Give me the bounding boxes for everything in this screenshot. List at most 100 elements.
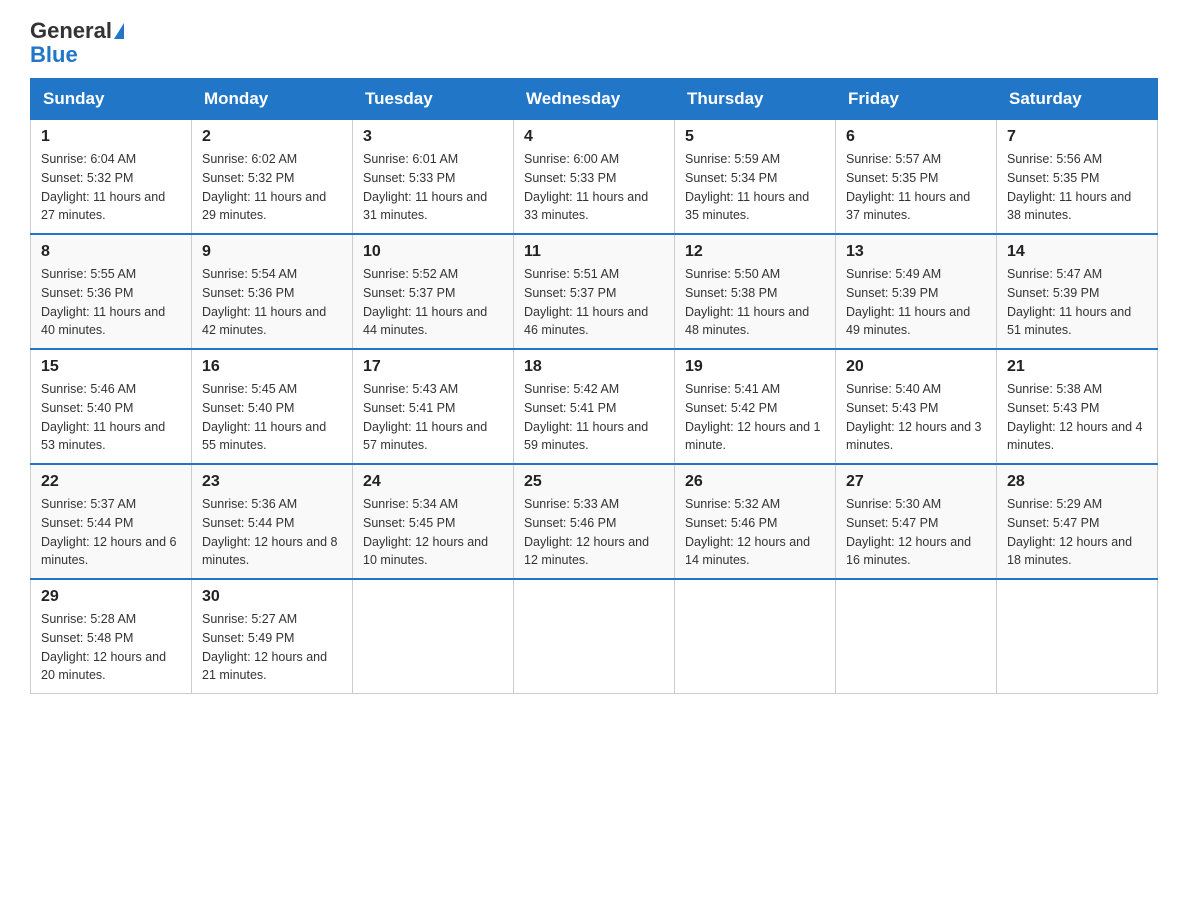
calendar-cell: 2 Sunrise: 6:02 AMSunset: 5:32 PMDaylight… bbox=[192, 120, 353, 235]
day-number: 1 bbox=[41, 128, 181, 146]
calendar-week-row: 1 Sunrise: 6:04 AMSunset: 5:32 PMDaylight… bbox=[31, 120, 1158, 235]
day-number: 8 bbox=[41, 243, 181, 261]
day-number: 3 bbox=[363, 128, 503, 146]
day-number: 17 bbox=[363, 358, 503, 376]
calendar-cell: 11 Sunrise: 5:51 AMSunset: 5:37 PMDayligh… bbox=[514, 234, 675, 349]
calendar-cell: 12 Sunrise: 5:50 AMSunset: 5:38 PMDayligh… bbox=[675, 234, 836, 349]
column-header-saturday: Saturday bbox=[997, 79, 1158, 120]
day-info: Sunrise: 5:55 AMSunset: 5:36 PMDaylight:… bbox=[41, 265, 181, 340]
day-info: Sunrise: 5:52 AMSunset: 5:37 PMDaylight:… bbox=[363, 265, 503, 340]
calendar-week-row: 15 Sunrise: 5:46 AMSunset: 5:40 PMDayligh… bbox=[31, 349, 1158, 464]
calendar-cell: 10 Sunrise: 5:52 AMSunset: 5:37 PMDayligh… bbox=[353, 234, 514, 349]
calendar-cell: 1 Sunrise: 6:04 AMSunset: 5:32 PMDaylight… bbox=[31, 120, 192, 235]
day-number: 6 bbox=[846, 128, 986, 146]
day-number: 28 bbox=[1007, 473, 1147, 491]
day-info: Sunrise: 6:02 AMSunset: 5:32 PMDaylight:… bbox=[202, 150, 342, 225]
column-header-thursday: Thursday bbox=[675, 79, 836, 120]
day-info: Sunrise: 5:45 AMSunset: 5:40 PMDaylight:… bbox=[202, 380, 342, 455]
day-number: 2 bbox=[202, 128, 342, 146]
day-number: 13 bbox=[846, 243, 986, 261]
calendar-cell: 8 Sunrise: 5:55 AMSunset: 5:36 PMDaylight… bbox=[31, 234, 192, 349]
day-info: Sunrise: 5:46 AMSunset: 5:40 PMDaylight:… bbox=[41, 380, 181, 455]
day-info: Sunrise: 5:38 AMSunset: 5:43 PMDaylight:… bbox=[1007, 380, 1147, 455]
calendar-week-row: 29 Sunrise: 5:28 AMSunset: 5:48 PMDayligh… bbox=[31, 579, 1158, 694]
day-number: 25 bbox=[524, 473, 664, 491]
calendar-cell: 23 Sunrise: 5:36 AMSunset: 5:44 PMDayligh… bbox=[192, 464, 353, 579]
day-number: 20 bbox=[846, 358, 986, 376]
calendar-header-row: SundayMondayTuesdayWednesdayThursdayFrid… bbox=[31, 79, 1158, 120]
day-number: 18 bbox=[524, 358, 664, 376]
calendar-cell: 14 Sunrise: 5:47 AMSunset: 5:39 PMDayligh… bbox=[997, 234, 1158, 349]
calendar-cell: 5 Sunrise: 5:59 AMSunset: 5:34 PMDaylight… bbox=[675, 120, 836, 235]
calendar-cell: 20 Sunrise: 5:40 AMSunset: 5:43 PMDayligh… bbox=[836, 349, 997, 464]
day-info: Sunrise: 5:47 AMSunset: 5:39 PMDaylight:… bbox=[1007, 265, 1147, 340]
day-number: 14 bbox=[1007, 243, 1147, 261]
calendar-cell: 29 Sunrise: 5:28 AMSunset: 5:48 PMDayligh… bbox=[31, 579, 192, 694]
day-info: Sunrise: 5:36 AMSunset: 5:44 PMDaylight:… bbox=[202, 495, 342, 570]
day-info: Sunrise: 5:29 AMSunset: 5:47 PMDaylight:… bbox=[1007, 495, 1147, 570]
calendar-cell bbox=[997, 579, 1158, 694]
day-number: 9 bbox=[202, 243, 342, 261]
day-number: 22 bbox=[41, 473, 181, 491]
logo-triangle-icon bbox=[114, 23, 124, 39]
calendar-cell: 13 Sunrise: 5:49 AMSunset: 5:39 PMDayligh… bbox=[836, 234, 997, 349]
calendar-cell: 6Sunrise: 5:57 AMSunset: 5:35 PMDaylight… bbox=[836, 120, 997, 235]
calendar-cell: 17 Sunrise: 5:43 AMSunset: 5:41 PMDayligh… bbox=[353, 349, 514, 464]
calendar-week-row: 8 Sunrise: 5:55 AMSunset: 5:36 PMDaylight… bbox=[31, 234, 1158, 349]
logo-blue-text: Blue bbox=[30, 42, 78, 68]
day-info: Sunrise: 5:49 AMSunset: 5:39 PMDaylight:… bbox=[846, 265, 986, 340]
calendar-week-row: 22Sunrise: 5:37 AMSunset: 5:44 PMDayligh… bbox=[31, 464, 1158, 579]
day-info: Sunrise: 5:27 AMSunset: 5:49 PMDaylight:… bbox=[202, 610, 342, 685]
day-number: 23 bbox=[202, 473, 342, 491]
day-info: Sunrise: 5:43 AMSunset: 5:41 PMDaylight:… bbox=[363, 380, 503, 455]
calendar-cell bbox=[514, 579, 675, 694]
day-number: 15 bbox=[41, 358, 181, 376]
calendar-cell: 9Sunrise: 5:54 AMSunset: 5:36 PMDaylight… bbox=[192, 234, 353, 349]
day-number: 21 bbox=[1007, 358, 1147, 376]
day-number: 12 bbox=[685, 243, 825, 261]
day-number: 11 bbox=[524, 243, 664, 261]
day-info: Sunrise: 6:00 AMSunset: 5:33 PMDaylight:… bbox=[524, 150, 664, 225]
day-info: Sunrise: 5:28 AMSunset: 5:48 PMDaylight:… bbox=[41, 610, 181, 685]
calendar-cell bbox=[353, 579, 514, 694]
calendar-cell: 24Sunrise: 5:34 AMSunset: 5:45 PMDayligh… bbox=[353, 464, 514, 579]
calendar-table: SundayMondayTuesdayWednesdayThursdayFrid… bbox=[30, 78, 1158, 694]
column-header-monday: Monday bbox=[192, 79, 353, 120]
day-info: Sunrise: 5:40 AMSunset: 5:43 PMDaylight:… bbox=[846, 380, 986, 455]
day-info: Sunrise: 5:56 AMSunset: 5:35 PMDaylight:… bbox=[1007, 150, 1147, 225]
calendar-cell: 7 Sunrise: 5:56 AMSunset: 5:35 PMDaylight… bbox=[997, 120, 1158, 235]
day-info: Sunrise: 5:30 AMSunset: 5:47 PMDaylight:… bbox=[846, 495, 986, 570]
logo-general-text: General bbox=[30, 20, 112, 42]
calendar-cell: 30Sunrise: 5:27 AMSunset: 5:49 PMDayligh… bbox=[192, 579, 353, 694]
day-info: Sunrise: 5:41 AMSunset: 5:42 PMDaylight:… bbox=[685, 380, 825, 455]
calendar-cell bbox=[675, 579, 836, 694]
day-number: 16 bbox=[202, 358, 342, 376]
day-info: Sunrise: 5:50 AMSunset: 5:38 PMDaylight:… bbox=[685, 265, 825, 340]
day-info: Sunrise: 5:33 AMSunset: 5:46 PMDaylight:… bbox=[524, 495, 664, 570]
day-info: Sunrise: 5:32 AMSunset: 5:46 PMDaylight:… bbox=[685, 495, 825, 570]
day-info: Sunrise: 5:42 AMSunset: 5:41 PMDaylight:… bbox=[524, 380, 664, 455]
day-info: Sunrise: 6:01 AMSunset: 5:33 PMDaylight:… bbox=[363, 150, 503, 225]
calendar-cell: 15 Sunrise: 5:46 AMSunset: 5:40 PMDayligh… bbox=[31, 349, 192, 464]
page-header: General Blue bbox=[30, 20, 1158, 68]
calendar-cell: 22Sunrise: 5:37 AMSunset: 5:44 PMDayligh… bbox=[31, 464, 192, 579]
calendar-cell: 18 Sunrise: 5:42 AMSunset: 5:41 PMDayligh… bbox=[514, 349, 675, 464]
calendar-cell: 27Sunrise: 5:30 AMSunset: 5:47 PMDayligh… bbox=[836, 464, 997, 579]
day-info: Sunrise: 6:04 AMSunset: 5:32 PMDaylight:… bbox=[41, 150, 181, 225]
column-header-friday: Friday bbox=[836, 79, 997, 120]
column-header-tuesday: Tuesday bbox=[353, 79, 514, 120]
day-number: 29 bbox=[41, 588, 181, 606]
day-number: 5 bbox=[685, 128, 825, 146]
calendar-cell: 16 Sunrise: 5:45 AMSunset: 5:40 PMDayligh… bbox=[192, 349, 353, 464]
calendar-cell: 21 Sunrise: 5:38 AMSunset: 5:43 PMDayligh… bbox=[997, 349, 1158, 464]
day-number: 7 bbox=[1007, 128, 1147, 146]
day-number: 10 bbox=[363, 243, 503, 261]
day-number: 26 bbox=[685, 473, 825, 491]
calendar-cell: 19Sunrise: 5:41 AMSunset: 5:42 PMDayligh… bbox=[675, 349, 836, 464]
day-info: Sunrise: 5:59 AMSunset: 5:34 PMDaylight:… bbox=[685, 150, 825, 225]
calendar-cell: 28 Sunrise: 5:29 AMSunset: 5:47 PMDayligh… bbox=[997, 464, 1158, 579]
calendar-cell: 4 Sunrise: 6:00 AMSunset: 5:33 PMDaylight… bbox=[514, 120, 675, 235]
day-info: Sunrise: 5:51 AMSunset: 5:37 PMDaylight:… bbox=[524, 265, 664, 340]
day-number: 24 bbox=[363, 473, 503, 491]
day-number: 4 bbox=[524, 128, 664, 146]
